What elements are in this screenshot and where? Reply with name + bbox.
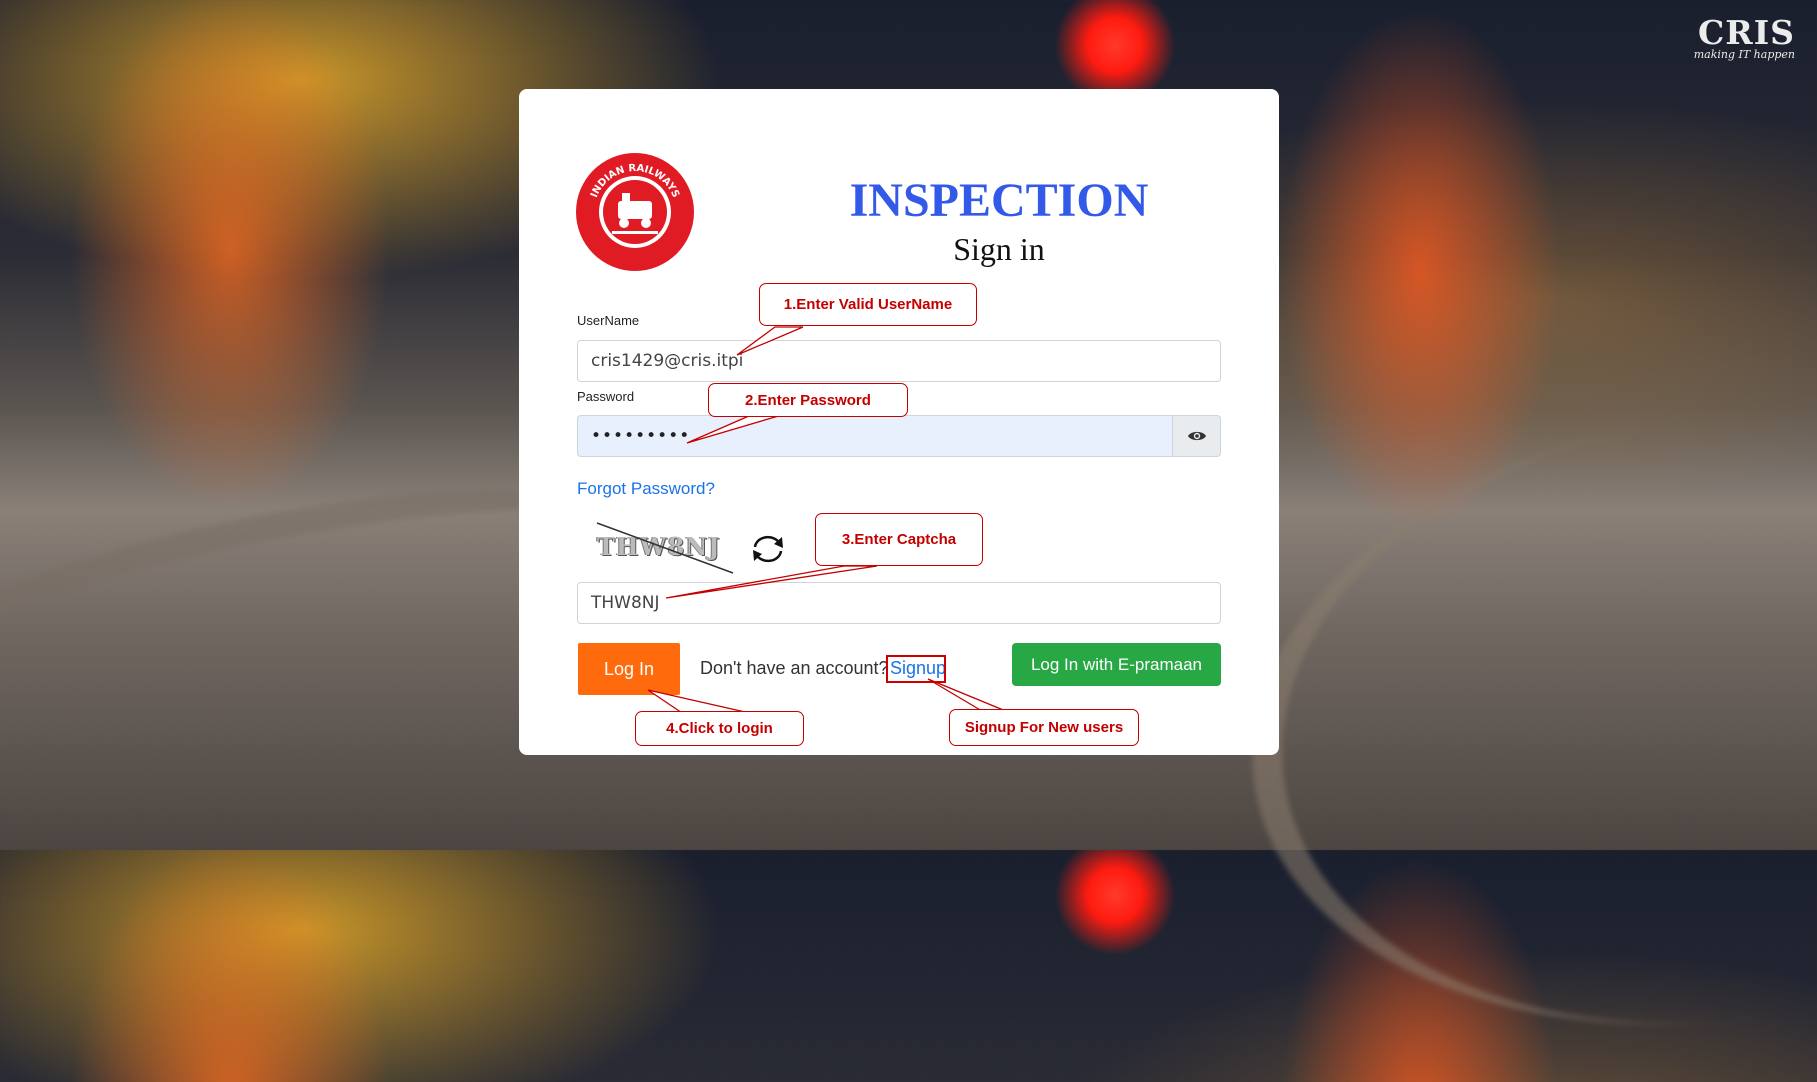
forgot-password-link[interactable]: Forgot Password? <box>577 479 715 499</box>
railway-emblem-logo: INDIAN RAILWAYS <box>576 153 694 271</box>
annotation-password: 2.Enter Password <box>708 383 908 417</box>
annotation-username: 1.Enter Valid UserName <box>759 283 977 326</box>
background-rail-right <box>1212 358 1817 1082</box>
annotation-signup: Signup For New users <box>949 709 1139 746</box>
captcha-input[interactable]: THW8NJ <box>577 582 1221 624</box>
refresh-captcha-icon[interactable] <box>747 531 789 567</box>
annotation-login: 4.Click to login <box>635 711 804 746</box>
username-input[interactable]: cris1429@cris.itpi <box>577 340 1221 382</box>
annotation-captcha: 3.Enter Captcha <box>815 513 983 566</box>
show-password-button[interactable] <box>1173 415 1221 457</box>
epramaan-login-button[interactable]: Log In with E-pramaan <box>1012 643 1221 686</box>
password-input[interactable]: ••••••••• <box>577 415 1173 457</box>
login-button[interactable]: Log In <box>578 643 680 695</box>
signup-highlight-box <box>886 655 946 683</box>
cris-brand-logo: CRIS making IT happen <box>1693 13 1795 62</box>
password-label: Password <box>577 389 635 404</box>
login-card: INDIAN RAILWAYS INSPECTION Sign in UserN… <box>519 89 1279 755</box>
eye-icon <box>1187 431 1206 441</box>
username-label: UserName <box>577 313 640 328</box>
no-account-text: Don't have an account? <box>700 658 889 678</box>
brand-name: CRIS <box>1698 13 1795 52</box>
page-title: INSPECTION <box>849 174 1149 227</box>
captcha-strike-line <box>596 522 734 574</box>
brand-tagline: making IT happen <box>1693 48 1795 61</box>
page-subtitle: Sign in <box>953 231 1045 267</box>
